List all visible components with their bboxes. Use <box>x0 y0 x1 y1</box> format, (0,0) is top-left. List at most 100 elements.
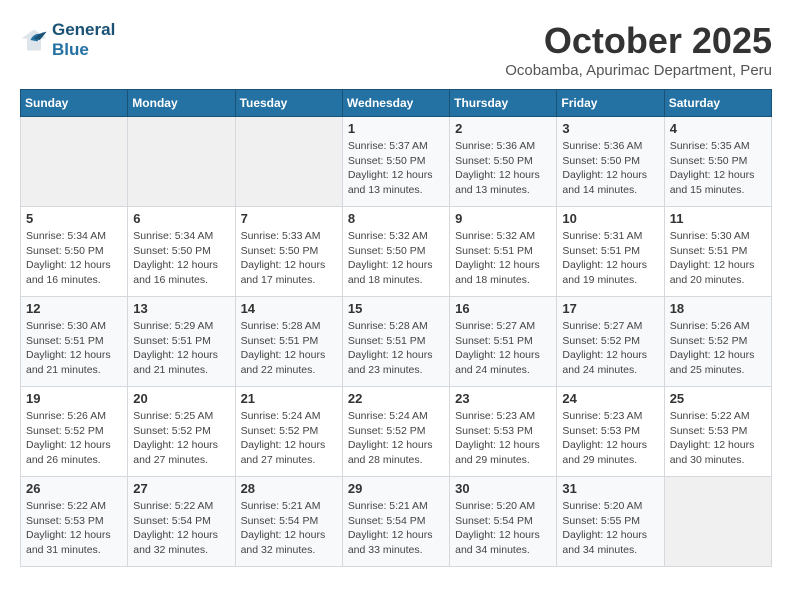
day-info: Sunrise: 5:23 AMSunset: 5:53 PMDaylight:… <box>562 409 658 468</box>
day-info: Sunrise: 5:30 AMSunset: 5:51 PMDaylight:… <box>670 229 766 288</box>
month-title: October 2025 <box>505 20 772 62</box>
day-number: 16 <box>455 301 551 316</box>
day-number: 3 <box>562 121 658 136</box>
day-info: Sunrise: 5:26 AMSunset: 5:52 PMDaylight:… <box>26 409 122 468</box>
day-number: 15 <box>348 301 444 316</box>
calendar-cell: 27Sunrise: 5:22 AMSunset: 5:54 PMDayligh… <box>128 477 235 567</box>
day-info: Sunrise: 5:32 AMSunset: 5:50 PMDaylight:… <box>348 229 444 288</box>
calendar-cell <box>235 117 342 207</box>
weekday-header-wednesday: Wednesday <box>342 90 449 117</box>
day-info: Sunrise: 5:34 AMSunset: 5:50 PMDaylight:… <box>26 229 122 288</box>
day-info: Sunrise: 5:23 AMSunset: 5:53 PMDaylight:… <box>455 409 551 468</box>
weekday-header-friday: Friday <box>557 90 664 117</box>
calendar-cell: 24 Sunrise: 5:23 AMSunset: 5:53 PMDayligh… <box>557 387 664 477</box>
day-info: Sunrise: 5:36 AMSunset: 5:50 PMDaylight:… <box>455 139 551 198</box>
calendar-cell: 16 Sunrise: 5:27 AMSunset: 5:51 PMDayligh… <box>450 297 557 387</box>
day-number: 7 <box>241 211 337 226</box>
day-info: Sunrise: 5:25 AMSunset: 5:52 PMDaylight:… <box>133 409 229 468</box>
calendar-cell <box>664 477 771 567</box>
calendar-cell: 19 Sunrise: 5:26 AMSunset: 5:52 PMDayligh… <box>21 387 128 477</box>
day-info: Sunrise: 5:24 AMSunset: 5:52 PMDaylight:… <box>348 409 444 468</box>
calendar-week-row: 19 Sunrise: 5:26 AMSunset: 5:52 PMDayligh… <box>21 387 772 477</box>
day-number: 23 <box>455 391 551 406</box>
calendar-week-row: 1Sunrise: 5:37 AMSunset: 5:50 PMDaylight… <box>21 117 772 207</box>
day-number: 22 <box>348 391 444 406</box>
day-number: 9 <box>455 211 551 226</box>
calendar-cell <box>128 117 235 207</box>
calendar-cell: 18Sunrise: 5:26 AMSunset: 5:52 PMDayligh… <box>664 297 771 387</box>
day-number: 13 <box>133 301 229 316</box>
day-info: Sunrise: 5:21 AMSunset: 5:54 PMDaylight:… <box>241 499 337 558</box>
day-info: Sunrise: 5:28 AMSunset: 5:51 PMDaylight:… <box>241 319 337 378</box>
calendar-cell: 31 Sunrise: 5:20 AMSunset: 5:55 PMDayligh… <box>557 477 664 567</box>
calendar-cell: 8 Sunrise: 5:32 AMSunset: 5:50 PMDaylight… <box>342 207 449 297</box>
day-info: Sunrise: 5:22 AMSunset: 5:53 PMDaylight:… <box>670 409 766 468</box>
calendar-week-row: 26Sunrise: 5:22 AMSunset: 5:53 PMDayligh… <box>21 477 772 567</box>
day-number: 21 <box>241 391 337 406</box>
calendar-cell: 9 Sunrise: 5:32 AMSunset: 5:51 PMDaylight… <box>450 207 557 297</box>
day-info: Sunrise: 5:30 AMSunset: 5:51 PMDaylight:… <box>26 319 122 378</box>
day-number: 19 <box>26 391 122 406</box>
weekday-header-sunday: Sunday <box>21 90 128 117</box>
day-number: 25 <box>670 391 766 406</box>
logo: General Blue <box>20 20 115 60</box>
day-number: 30 <box>455 481 551 496</box>
calendar-cell: 26Sunrise: 5:22 AMSunset: 5:53 PMDayligh… <box>21 477 128 567</box>
logo-icon <box>20 26 48 54</box>
day-info: Sunrise: 5:28 AMSunset: 5:51 PMDaylight:… <box>348 319 444 378</box>
day-info: Sunrise: 5:20 AMSunset: 5:55 PMDaylight:… <box>562 499 658 558</box>
calendar-cell: 25 Sunrise: 5:22 AMSunset: 5:53 PMDayligh… <box>664 387 771 477</box>
day-info: Sunrise: 5:22 AMSunset: 5:53 PMDaylight:… <box>26 499 122 558</box>
calendar-week-row: 5Sunrise: 5:34 AMSunset: 5:50 PMDaylight… <box>21 207 772 297</box>
calendar-cell <box>21 117 128 207</box>
day-number: 14 <box>241 301 337 316</box>
weekday-header-thursday: Thursday <box>450 90 557 117</box>
header: General Blue October 2025 Ocobamba, Apur… <box>20 20 772 79</box>
calendar-cell: 17 Sunrise: 5:27 AMSunset: 5:52 PMDayligh… <box>557 297 664 387</box>
day-info: Sunrise: 5:31 AMSunset: 5:51 PMDaylight:… <box>562 229 658 288</box>
day-number: 11 <box>670 211 766 226</box>
day-number: 28 <box>241 481 337 496</box>
calendar-cell: 4Sunrise: 5:35 AMSunset: 5:50 PMDaylight… <box>664 117 771 207</box>
calendar-cell: 13 Sunrise: 5:29 AMSunset: 5:51 PMDayligh… <box>128 297 235 387</box>
day-number: 2 <box>455 121 551 136</box>
location-subtitle: Ocobamba, Apurimac Department, Peru <box>505 62 772 79</box>
day-number: 17 <box>562 301 658 316</box>
calendar-week-row: 12 Sunrise: 5:30 AMSunset: 5:51 PMDayligh… <box>21 297 772 387</box>
day-info: Sunrise: 5:32 AMSunset: 5:51 PMDaylight:… <box>455 229 551 288</box>
calendar-cell: 11 Sunrise: 5:30 AMSunset: 5:51 PMDayligh… <box>664 207 771 297</box>
day-info: Sunrise: 5:33 AMSunset: 5:50 PMDaylight:… <box>241 229 337 288</box>
day-info: Sunrise: 5:24 AMSunset: 5:52 PMDaylight:… <box>241 409 337 468</box>
day-info: Sunrise: 5:27 AMSunset: 5:51 PMDaylight:… <box>455 319 551 378</box>
calendar-cell: 29 Sunrise: 5:21 AMSunset: 5:54 PMDayligh… <box>342 477 449 567</box>
calendar-cell: 10 Sunrise: 5:31 AMSunset: 5:51 PMDayligh… <box>557 207 664 297</box>
day-number: 20 <box>133 391 229 406</box>
calendar-cell: 12 Sunrise: 5:30 AMSunset: 5:51 PMDayligh… <box>21 297 128 387</box>
day-number: 12 <box>26 301 122 316</box>
day-info: Sunrise: 5:22 AMSunset: 5:54 PMDaylight:… <box>133 499 229 558</box>
day-info: Sunrise: 5:35 AMSunset: 5:50 PMDaylight:… <box>670 139 766 198</box>
calendar-cell: 23 Sunrise: 5:23 AMSunset: 5:53 PMDayligh… <box>450 387 557 477</box>
day-info: Sunrise: 5:36 AMSunset: 5:50 PMDaylight:… <box>562 139 658 198</box>
day-number: 18 <box>670 301 766 316</box>
calendar-table: SundayMondayTuesdayWednesdayThursdayFrid… <box>20 89 772 567</box>
day-info: Sunrise: 5:27 AMSunset: 5:52 PMDaylight:… <box>562 319 658 378</box>
calendar-cell: 3 Sunrise: 5:36 AMSunset: 5:50 PMDaylight… <box>557 117 664 207</box>
day-number: 29 <box>348 481 444 496</box>
day-number: 10 <box>562 211 658 226</box>
calendar-cell: 30Sunrise: 5:20 AMSunset: 5:54 PMDayligh… <box>450 477 557 567</box>
day-number: 8 <box>348 211 444 226</box>
day-number: 24 <box>562 391 658 406</box>
day-info: Sunrise: 5:29 AMSunset: 5:51 PMDaylight:… <box>133 319 229 378</box>
calendar-cell: 2 Sunrise: 5:36 AMSunset: 5:50 PMDaylight… <box>450 117 557 207</box>
day-info: Sunrise: 5:21 AMSunset: 5:54 PMDaylight:… <box>348 499 444 558</box>
day-number: 31 <box>562 481 658 496</box>
calendar-cell: 1Sunrise: 5:37 AMSunset: 5:50 PMDaylight… <box>342 117 449 207</box>
calendar-cell: 20 Sunrise: 5:25 AMSunset: 5:52 PMDayligh… <box>128 387 235 477</box>
calendar-cell: 21 Sunrise: 5:24 AMSunset: 5:52 PMDayligh… <box>235 387 342 477</box>
calendar-cell: 28 Sunrise: 5:21 AMSunset: 5:54 PMDayligh… <box>235 477 342 567</box>
weekday-header-row: SundayMondayTuesdayWednesdayThursdayFrid… <box>21 90 772 117</box>
calendar-cell: 7 Sunrise: 5:33 AMSunset: 5:50 PMDaylight… <box>235 207 342 297</box>
calendar-cell: 14 Sunrise: 5:28 AMSunset: 5:51 PMDayligh… <box>235 297 342 387</box>
day-info: Sunrise: 5:37 AMSunset: 5:50 PMDaylight:… <box>348 139 444 198</box>
